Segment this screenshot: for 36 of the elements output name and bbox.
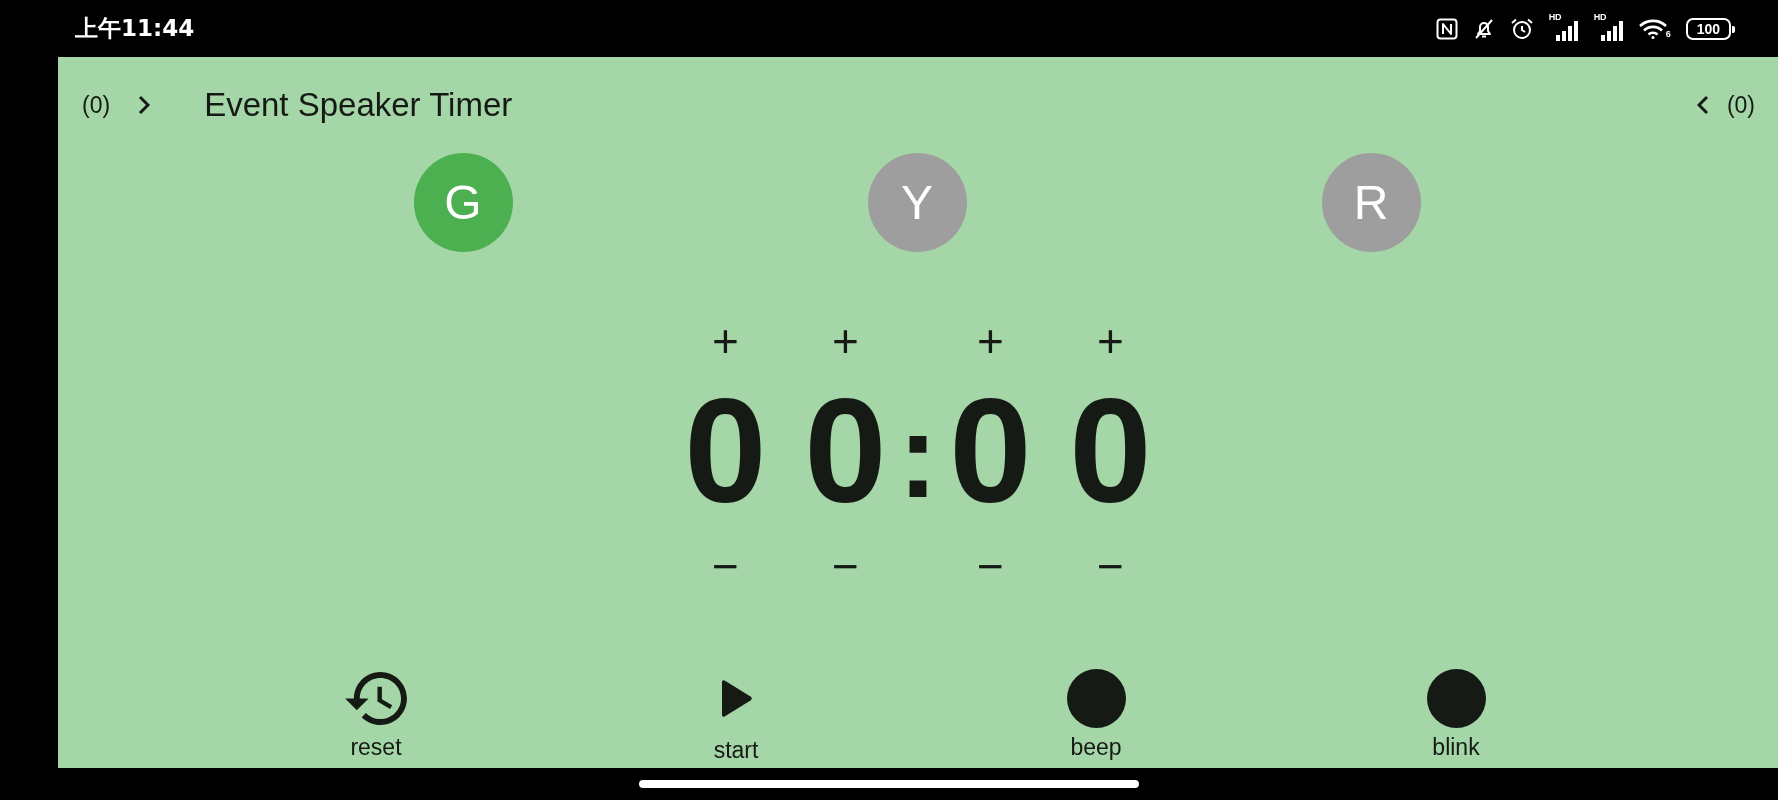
- bell-off-icon: [1472, 17, 1495, 40]
- status-time: 上午11:44: [75, 14, 195, 43]
- timer-digit: 0: [949, 376, 1032, 526]
- increment-button[interactable]: +: [702, 316, 749, 366]
- decrement-button[interactable]: −: [822, 541, 869, 591]
- network-type-label: HD: [1548, 12, 1562, 22]
- alarm-clock-icon: [1509, 17, 1534, 40]
- history-icon: [345, 671, 407, 725]
- timer-digit: 0: [1069, 376, 1152, 526]
- time-separator: :: [897, 386, 939, 524]
- toggle-button[interactable]: blink: [1426, 667, 1486, 764]
- app-title: Event Speaker Timer: [204, 86, 513, 124]
- count-label: (0): [82, 91, 111, 119]
- timer-digit: 0: [804, 376, 887, 526]
- nfc-icon: [1435, 17, 1458, 40]
- decrement-button[interactable]: −: [1087, 541, 1134, 591]
- chevron-right-icon[interactable]: [138, 95, 151, 115]
- play-icon: [719, 677, 753, 719]
- reset-button[interactable]: reset: [345, 667, 407, 764]
- network-type-label: HD: [1593, 12, 1607, 22]
- filled-circle-icon: [1066, 668, 1126, 728]
- decrement-button[interactable]: −: [967, 541, 1014, 591]
- increment-button[interactable]: +: [967, 316, 1014, 366]
- count-label: (0): [1726, 91, 1755, 119]
- increment-button[interactable]: +: [822, 316, 869, 366]
- toggle-button[interactable]: beep: [1066, 667, 1126, 764]
- filled-circle-icon: [1426, 668, 1486, 728]
- signal-icon: [1599, 20, 1624, 41]
- start-button[interactable]: start: [713, 667, 759, 764]
- wifi-standard-label: 6: [1665, 29, 1671, 39]
- decrement-button[interactable]: −: [702, 541, 749, 591]
- wifi-icon: [1638, 18, 1667, 39]
- signal-icon: [1554, 20, 1579, 41]
- chevron-left-icon[interactable]: [1696, 95, 1709, 115]
- timer-digit: 0: [684, 376, 767, 526]
- increment-button[interactable]: +: [1087, 316, 1134, 366]
